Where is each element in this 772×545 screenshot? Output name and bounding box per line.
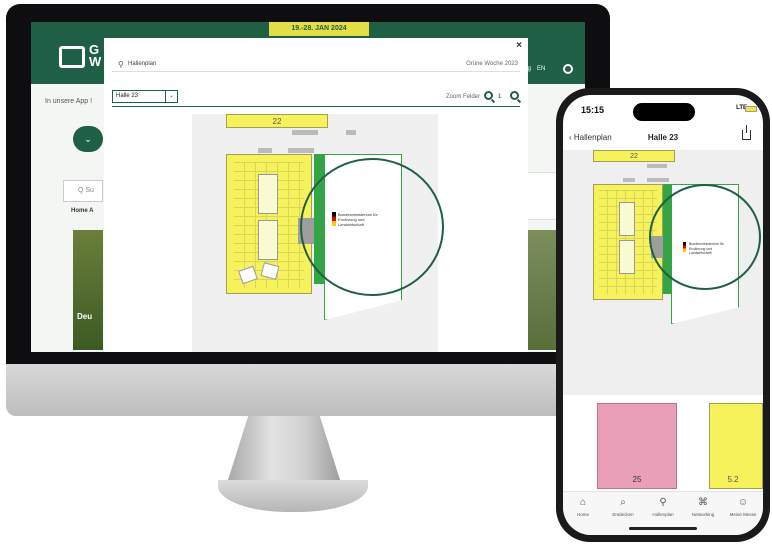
search-icon: ⌕ bbox=[620, 497, 626, 508]
app-promo-text: In unsere App ! bbox=[45, 98, 93, 105]
stand-block[interactable] bbox=[258, 220, 278, 260]
tab-label: Hallenplan bbox=[652, 512, 674, 517]
news-card-label: Deu bbox=[77, 312, 93, 321]
stand-strip bbox=[647, 164, 667, 168]
tab-entdecken[interactable]: ⌕ Entdecken bbox=[603, 497, 643, 517]
stand-25-label: 25 bbox=[632, 475, 642, 484]
stand-5-2[interactable]: 5.2 bbox=[709, 403, 763, 489]
desktop-monitor: 19.-28. JAN 2024 G W BlogEN In unsere Ap… bbox=[6, 4, 610, 512]
monitor-base bbox=[218, 480, 368, 512]
smartphone: 15:15 LTE ‹ Hallenplan Halle 23 22 Bunde… bbox=[556, 88, 770, 542]
battery-icon bbox=[745, 106, 757, 112]
event-date-banner: 19.-28. JAN 2024 bbox=[269, 22, 369, 36]
breadcrumb[interactable]: Home A bbox=[71, 208, 93, 214]
modal-title: Hallenplan bbox=[128, 61, 157, 67]
nav-language-link[interactable]: EN bbox=[537, 66, 545, 72]
fair-name: Grüne Woche 2023 bbox=[466, 61, 518, 67]
hall-select-value: Halle 23 bbox=[116, 93, 139, 99]
stand-block[interactable] bbox=[258, 174, 278, 214]
tab-label: Entdecken bbox=[612, 512, 634, 517]
stand-block[interactable] bbox=[619, 202, 635, 236]
site-search-input[interactable]: Q Su bbox=[63, 180, 103, 202]
stand-22[interactable]: 22 bbox=[593, 150, 675, 162]
map-pin-icon: ⚲ bbox=[118, 60, 124, 69]
tab-home[interactable]: ⌂ Home bbox=[563, 497, 603, 517]
tab-label: Networking bbox=[691, 512, 715, 517]
share-icon[interactable] bbox=[742, 125, 751, 140]
user-icon: ☺ bbox=[737, 497, 749, 508]
zoom-out-icon[interactable] bbox=[510, 91, 519, 100]
site-logo-text: G W bbox=[89, 42, 102, 69]
monitor-chin bbox=[6, 364, 610, 416]
zoom-label: Zoom Felder bbox=[446, 94, 481, 100]
close-icon[interactable]: × bbox=[516, 40, 522, 51]
divider bbox=[112, 71, 520, 72]
tab-label: Home bbox=[576, 512, 589, 517]
stand-strip bbox=[258, 148, 272, 153]
home-indicator bbox=[629, 527, 697, 530]
phone-floorplan[interactable]: 22 Bundesministerium für Ernährung und L… bbox=[563, 150, 763, 400]
search-icon[interactable] bbox=[563, 64, 573, 74]
stand-strip bbox=[292, 130, 318, 135]
site-logo-icon[interactable] bbox=[59, 46, 85, 68]
stand-strip bbox=[288, 148, 314, 153]
phone-screen: 15:15 LTE ‹ Hallenplan Halle 23 22 Bunde… bbox=[563, 95, 763, 535]
stand-strip bbox=[346, 130, 356, 135]
highlight-circle bbox=[649, 184, 761, 290]
dynamic-island bbox=[633, 103, 695, 121]
tab-meine-messe[interactable]: ☺ Meine Messe bbox=[723, 497, 763, 517]
chevron-down-button[interactable]: ⌄ bbox=[73, 126, 103, 152]
highlight-circle bbox=[300, 158, 444, 296]
network-icon: ⌘ bbox=[698, 497, 708, 508]
page-title: Halle 23 bbox=[647, 133, 679, 142]
news-card-image[interactable] bbox=[73, 230, 103, 350]
tab-hallenplan[interactable]: ⚲ Hallenplan bbox=[643, 497, 683, 517]
monitor-stand bbox=[228, 416, 340, 480]
zoom-value: 1 bbox=[498, 94, 502, 100]
stand-5-2-label: 5.2 bbox=[727, 475, 739, 484]
status-time: 15:15 bbox=[581, 105, 605, 115]
chevron-down-icon: ⌄ bbox=[165, 91, 177, 102]
stand-block[interactable] bbox=[619, 240, 635, 274]
monitor-screen: 19.-28. JAN 2024 G W BlogEN In unsere Ap… bbox=[31, 22, 585, 352]
stand-strip bbox=[623, 178, 635, 182]
hall-select[interactable]: Halle 23 ⌄ bbox=[112, 90, 178, 103]
stand-strip bbox=[647, 178, 669, 182]
floorplan[interactable]: 22 Bundesministerium für Ernährung und L… bbox=[192, 114, 444, 352]
stand-25[interactable]: 25 bbox=[597, 403, 677, 489]
hallenplan-modal: × ⚲ Hallenplan Grüne Woche 2023 Halle 23… bbox=[104, 38, 528, 352]
home-icon: ⌂ bbox=[579, 497, 587, 508]
tab-networking[interactable]: ⌘ Networking bbox=[683, 497, 723, 517]
zoom-in-icon[interactable] bbox=[484, 91, 493, 100]
stand-22[interactable]: 22 bbox=[226, 114, 328, 128]
tab-label: Meine Messe bbox=[729, 512, 757, 517]
divider bbox=[112, 106, 520, 107]
map-pin-icon: ⚲ bbox=[659, 497, 667, 508]
